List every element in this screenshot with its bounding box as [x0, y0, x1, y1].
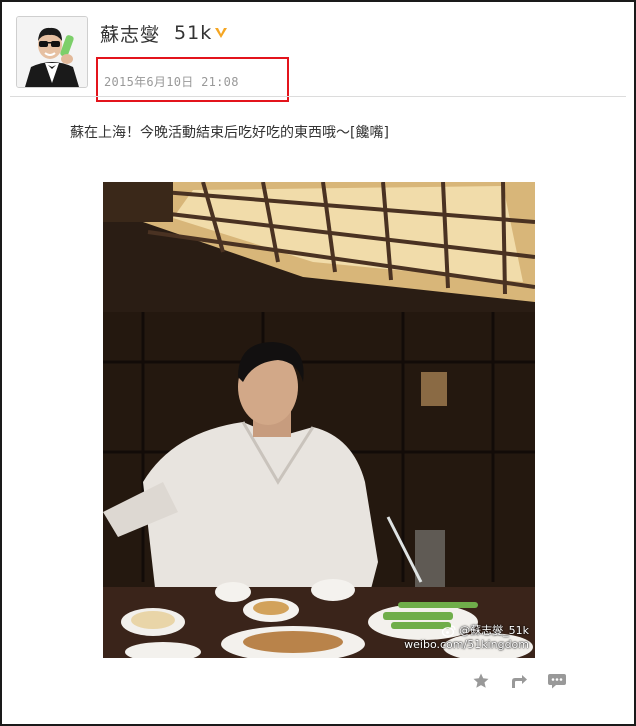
verified-v-icon	[214, 24, 228, 43]
username[interactable]: 蘇志燮	[100, 20, 160, 47]
avatar[interactable]	[16, 16, 88, 88]
username-suffix[interactable]: 51k	[174, 22, 212, 44]
username-row: 蘇志燮 51k	[100, 18, 228, 48]
photo-watermark: @蘇志燮_51k weibo.com/51kingdom	[404, 624, 529, 652]
favorite-button[interactable]	[470, 670, 492, 692]
post-photo[interactable]: @蘇志燮_51k weibo.com/51kingdom	[103, 182, 535, 658]
post-text: 蘇在上海！今晚活動結束后吃好吃的東西哦～[饞嘴]	[70, 125, 389, 141]
watermark-handle: @蘇志燮_51k	[459, 624, 529, 637]
weibo-logo-icon	[442, 625, 456, 637]
post-card: 蘇志燮 51k 2015年6月10日 21:08 蘇在上海！今晚活動結束后吃好吃…	[0, 0, 636, 726]
watermark-url: weibo.com/51kingdom	[404, 638, 529, 651]
star-icon	[473, 673, 489, 688]
repost-button[interactable]	[508, 670, 530, 692]
comment-icon	[548, 674, 566, 689]
header-divider	[10, 96, 626, 97]
repost-icon	[512, 675, 527, 688]
action-bar	[470, 670, 568, 692]
post-timestamp[interactable]: 2015年6月10日 21:08	[104, 73, 239, 90]
comment-button[interactable]	[546, 670, 568, 692]
